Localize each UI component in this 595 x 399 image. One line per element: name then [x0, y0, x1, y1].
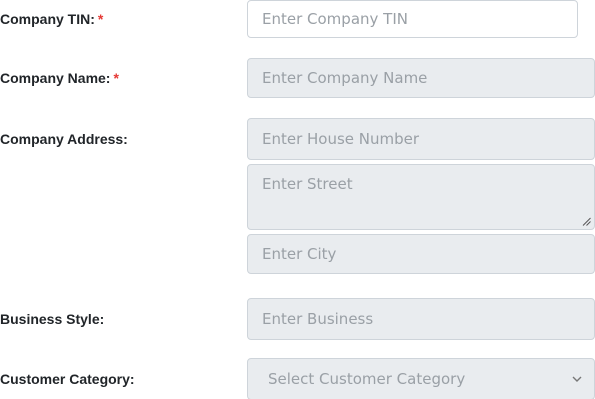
- customer-category-select[interactable]: Select Customer Category: [247, 358, 595, 399]
- company-tin-placeholder: Enter Company TIN: [262, 10, 408, 28]
- chevron-down-icon: [572, 376, 582, 382]
- street-textarea[interactable]: Enter Street: [247, 164, 595, 230]
- city-placeholder: Enter City: [262, 245, 337, 263]
- company-tin-label: Company TIN: *: [0, 10, 103, 28]
- business-style-label: Business Style:: [0, 310, 104, 328]
- company-address-label-text: Company Address:: [0, 131, 128, 147]
- house-number-input[interactable]: Enter House Number: [247, 118, 595, 160]
- company-name-label-text: Company Name:: [0, 70, 111, 86]
- street-placeholder: Enter Street: [262, 175, 353, 193]
- customer-category-selected-value: Select Customer Category: [268, 370, 466, 388]
- business-style-input[interactable]: Enter Business: [247, 298, 595, 340]
- company-form: Company TIN: * Enter Company TIN Company …: [0, 0, 595, 399]
- business-style-label-text: Business Style:: [0, 311, 105, 327]
- business-style-placeholder: Enter Business: [262, 310, 374, 328]
- company-name-placeholder: Enter Company Name: [262, 69, 428, 87]
- company-address-label: Company Address:: [0, 130, 128, 148]
- customer-category-label: Customer Category:: [0, 370, 135, 388]
- company-tin-label-text: Company TIN:: [0, 11, 95, 27]
- resize-handle-icon[interactable]: [582, 217, 591, 226]
- company-tin-input[interactable]: Enter Company TIN: [247, 0, 578, 38]
- company-name-input[interactable]: Enter Company Name: [247, 58, 595, 98]
- required-asterisk: *: [97, 11, 104, 27]
- required-asterisk: *: [113, 70, 119, 86]
- company-name-label: Company Name: *: [0, 69, 119, 87]
- city-input[interactable]: Enter City: [247, 234, 595, 274]
- house-number-placeholder: Enter House Number: [262, 130, 420, 148]
- customer-category-label-text: Customer Category:: [0, 371, 135, 387]
